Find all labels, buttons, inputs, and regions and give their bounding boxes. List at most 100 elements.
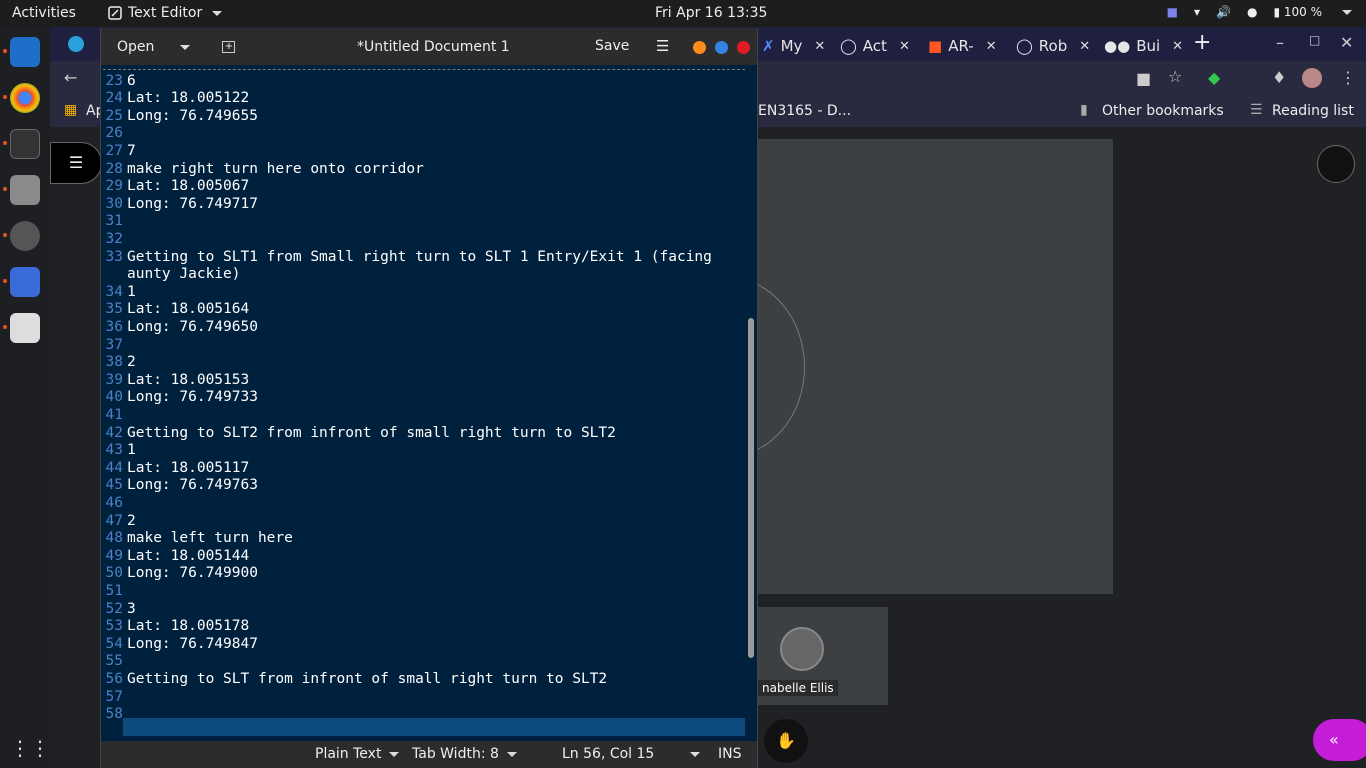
close-icon[interactable]: ✕	[1340, 33, 1353, 52]
browser-tab[interactable]: ◯ Act ✕	[840, 33, 910, 59]
expand-panel-button[interactable]: «	[1313, 719, 1366, 761]
line-number: 39	[105, 371, 123, 388]
language-selector[interactable]: Plain Text	[315, 746, 400, 762]
save-button[interactable]: Save	[595, 38, 629, 54]
new-tab-button[interactable]: +	[1193, 30, 1211, 55]
new-tab-icon[interactable]: +	[222, 41, 236, 53]
code-line[interactable]: 3	[127, 601, 136, 617]
apps-grid-icon[interactable]: ▦	[64, 102, 77, 118]
star-icon[interactable]: ☆	[1168, 67, 1182, 86]
code-line[interactable]: Getting to SLT1 from Small right turn to…	[127, 249, 712, 265]
code-line[interactable]: Long: 76.749847	[127, 636, 258, 652]
code-line[interactable]: Long: 76.749650	[127, 319, 258, 335]
chevron-down-icon	[1342, 9, 1352, 15]
code-line[interactable]: Long: 76.749763	[127, 477, 258, 493]
text-area[interactable]: 2223624Lat: 18.00512225Long: 76.74965526…	[101, 68, 746, 743]
code-line[interactable]: Getting to SLT from infront of small rig…	[127, 671, 607, 687]
code-line[interactable]: 2	[127, 513, 136, 529]
line-number: 47	[105, 512, 123, 529]
line-number: 28	[105, 160, 123, 177]
maximize-button[interactable]	[715, 41, 728, 54]
settings-icon[interactable]	[10, 221, 40, 251]
browser-tab[interactable]: ◯ Rob ✕	[1016, 33, 1090, 59]
avatar	[780, 627, 824, 671]
show-apps-icon[interactable]: ⋮⋮⋮	[10, 733, 70, 763]
reading-list[interactable]: Reading list	[1272, 103, 1354, 119]
system-tray[interactable]: ■ ▾ 🔊 ● ▮ 100 %	[1167, 5, 1352, 19]
close-icon[interactable]: ✕	[899, 39, 910, 54]
code-line[interactable]: make right turn here onto corridor	[127, 161, 424, 177]
code-line[interactable]: Lat: 18.005178	[127, 618, 249, 634]
code-line[interactable]: Lat: 18.005153	[127, 372, 249, 388]
hand-icon[interactable]: ✋	[764, 719, 808, 763]
close-icon[interactable]: ✕	[1079, 39, 1090, 54]
code-line[interactable]: aunty Jackie)	[127, 266, 241, 282]
code-line[interactable]: Lat: 18.005164	[127, 301, 249, 317]
code-line[interactable]: Long: 76.749655	[127, 108, 258, 124]
minimize-icon[interactable]: –	[1276, 33, 1284, 52]
browser-tab[interactable]: ●● Bui ✕	[1104, 33, 1183, 59]
avatar[interactable]	[1302, 68, 1322, 88]
code-line[interactable]: Lat: 18.005117	[127, 460, 249, 476]
chrome-icon[interactable]	[10, 83, 40, 113]
line-number: 56	[105, 671, 123, 687]
close-icon[interactable]: ✕	[986, 39, 997, 54]
code-line[interactable]: Lat: 18.005067	[127, 178, 249, 194]
code-line[interactable]: Long: 76.749717	[127, 196, 258, 212]
hamburger-menu-icon[interactable]: ☰	[656, 37, 669, 55]
insert-mode-label: INS	[718, 746, 742, 762]
document-title: *Untitled Document 1	[357, 39, 510, 55]
tab-label: Rob	[1038, 37, 1068, 55]
minimize-button[interactable]	[693, 41, 706, 54]
bookmark-item[interactable]: EN3165 - D...	[758, 103, 851, 119]
other-bookmarks[interactable]: Other bookmarks	[1102, 103, 1224, 119]
document-viewer-icon[interactable]	[10, 313, 40, 343]
maximize-icon[interactable]: □	[1309, 33, 1320, 47]
clock[interactable]: Fri Apr 16 13:35	[655, 5, 767, 21]
vscode-icon[interactable]	[10, 37, 40, 67]
browser-tab[interactable]: ✗ My ✕	[762, 33, 825, 59]
code-line[interactable]: Long: 76.749733	[127, 389, 258, 405]
code-line[interactable]: make left turn here	[127, 530, 293, 546]
code-line[interactable]: 6	[127, 73, 136, 89]
kebab-menu-icon[interactable]: ⋮	[1340, 68, 1356, 87]
code-line[interactable]: 1	[127, 284, 136, 300]
scrollbar[interactable]	[748, 318, 754, 658]
layout-icon[interactable]	[1317, 145, 1355, 183]
shield-icon[interactable]: ◆	[1208, 68, 1220, 87]
files-icon[interactable]	[10, 175, 40, 205]
insert-mode[interactable]: INS	[718, 746, 742, 762]
activities-button[interactable]: Activities	[12, 5, 76, 21]
back-arrow-icon[interactable]: ←	[64, 68, 77, 87]
line-number: 46	[105, 495, 123, 511]
code-line[interactable]: Long: 76.749900	[127, 565, 258, 581]
chevron-down-icon[interactable]	[180, 44, 191, 50]
line-number: 34	[105, 283, 123, 300]
app-menu[interactable]: Text Editor	[108, 5, 223, 21]
line-number: 42	[105, 424, 123, 441]
code-line[interactable]: Lat: 18.005122	[127, 90, 249, 106]
close-button[interactable]	[737, 41, 750, 54]
terminal-icon[interactable]	[10, 129, 40, 159]
browser-tab[interactable]: ■ AR- ✕	[928, 33, 997, 59]
extension-icon[interactable]: ♦	[1272, 68, 1286, 87]
telegram-icon[interactable]	[68, 36, 84, 52]
code-line[interactable]: 7	[127, 143, 136, 159]
camera-icon[interactable]: ■	[1136, 69, 1151, 88]
code-line[interactable]: 2	[127, 354, 136, 370]
sidebar-toggle-button[interactable]: ☰	[50, 142, 102, 184]
teams-icon: ■	[1166, 5, 1178, 19]
code-line[interactable]: Getting to SLT2 from infront of small ri…	[127, 425, 616, 441]
close-icon[interactable]: ✕	[1172, 39, 1183, 54]
open-button[interactable]: Open +	[109, 36, 236, 58]
close-icon[interactable]: ✕	[814, 39, 825, 54]
line-number: 53	[105, 618, 123, 635]
running-indicator	[3, 279, 7, 283]
text-editor-icon[interactable]	[10, 267, 40, 297]
cursor-position-selector[interactable]: Ln 56, Col 15	[562, 746, 701, 762]
code-line[interactable]: 1	[127, 442, 136, 458]
tab-width-label: Tab Width: 8	[412, 746, 499, 762]
app-menu-label: Text Editor	[128, 5, 203, 21]
code-line[interactable]: Lat: 18.005144	[127, 548, 249, 564]
tab-width-selector[interactable]: Tab Width: 8	[412, 746, 517, 762]
